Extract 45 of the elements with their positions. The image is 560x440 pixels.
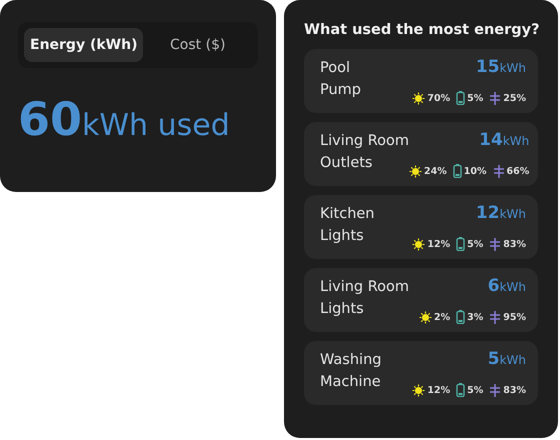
device-name: Washing Machine (320, 351, 382, 392)
battery-icon (452, 164, 462, 178)
battery-icon (456, 310, 466, 324)
device-name: Pool Pump (320, 59, 362, 100)
sun-icon (409, 164, 422, 178)
source-share: 24% (424, 166, 447, 176)
tab[interactable]: Cost ($) (143, 28, 252, 62)
energy-total: 60 (18, 92, 82, 146)
device-energy: 5kWh (488, 349, 526, 369)
battery-icon (456, 383, 466, 397)
device-energy: 15kWh (476, 57, 526, 77)
device-name: Living Room Lights (320, 278, 410, 319)
device-energy: 14kWh (479, 130, 530, 150)
source-share: 12% (427, 384, 450, 396)
source-share: 10% (464, 166, 487, 176)
device-name: Living Room Outlets (320, 132, 410, 173)
power-line-icon (492, 164, 505, 178)
source-share: 70% (427, 92, 450, 104)
power-line-icon (489, 310, 502, 324)
card-title: What used the most energy? (304, 22, 538, 38)
source-share: 5% (467, 384, 484, 396)
device-energy: 6kWh (488, 276, 526, 296)
source-share: 12% (427, 238, 450, 250)
sun-icon (412, 92, 426, 104)
device-name: Kitchen Lights (320, 205, 374, 246)
device-energy: 12kWh (476, 203, 526, 223)
battery-icon (456, 237, 466, 251)
source-share: 95% (503, 312, 526, 322)
power-line-icon (489, 384, 502, 396)
power-line-icon (489, 92, 502, 104)
source-share: 3% (467, 312, 484, 322)
source-share: 83% (503, 238, 526, 250)
source-share: 5% (467, 92, 484, 104)
unit-label: kWh used (82, 108, 230, 143)
source-share: 25% (503, 92, 526, 104)
sun-icon (412, 238, 426, 250)
tab[interactable]: Energy (kWh) (24, 28, 144, 62)
source-share: 2% (434, 312, 450, 322)
power-line-icon (489, 238, 502, 250)
source-share: 83% (503, 384, 526, 396)
source-share: 66% (506, 166, 530, 176)
battery-icon (456, 91, 466, 105)
sun-icon (418, 310, 432, 324)
source-share: 5% (467, 238, 484, 250)
sun-icon (412, 384, 426, 396)
